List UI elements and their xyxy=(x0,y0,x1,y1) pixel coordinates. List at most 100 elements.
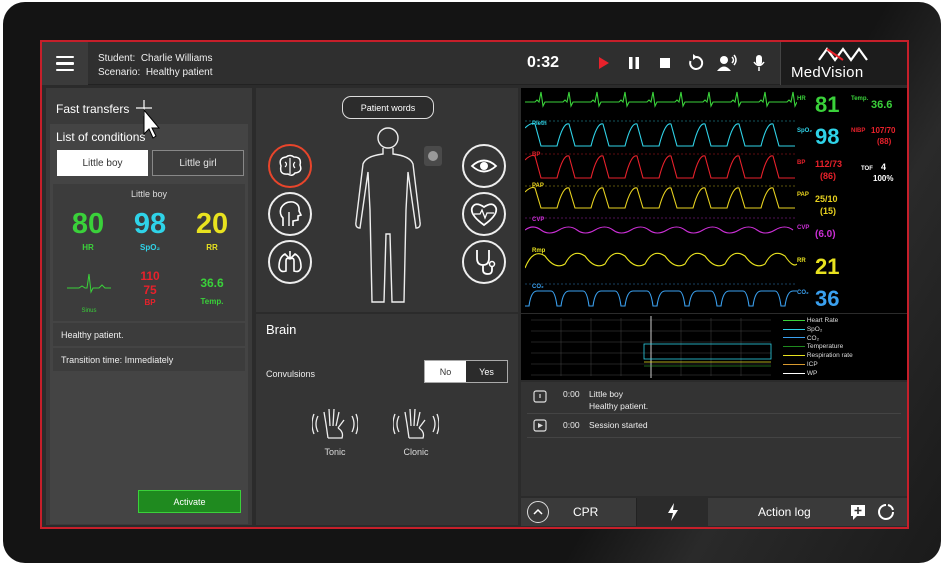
resp-waveform xyxy=(525,252,797,269)
record-icon[interactable] xyxy=(424,146,442,166)
head-airway-icon xyxy=(279,201,303,226)
spo2-monitor-label: SpO₂ xyxy=(797,128,812,134)
nibp-mean: (88) xyxy=(877,137,892,146)
tof-percent: 100% xyxy=(873,174,894,183)
log-entry[interactable]: 0:00 Little boy Healthy patient. xyxy=(527,388,901,414)
temp-monitor-label: Temp. xyxy=(851,96,869,102)
legend-label: SpO₂ xyxy=(806,325,823,333)
bp-wave-label: BP xyxy=(532,152,541,158)
pleth-wave-label: Pleth xyxy=(532,121,547,127)
defibrillate-button[interactable] xyxy=(636,498,708,526)
legend-swatch xyxy=(783,337,805,339)
co2-wave-label: CO₂ xyxy=(532,284,544,290)
play-box-icon xyxy=(533,419,547,432)
mouse-cursor-icon xyxy=(136,100,161,139)
ecg-icon xyxy=(67,273,111,294)
tof-label: TOF xyxy=(861,166,873,172)
bp-label: BP xyxy=(144,298,156,307)
stethoscope-button[interactable] xyxy=(462,240,506,284)
app-screen: Student: Charlie Williams Scenario: Heal… xyxy=(40,40,909,529)
clonic-hand-icon[interactable] xyxy=(393,406,439,442)
brain-icon xyxy=(279,154,302,177)
pause-icon xyxy=(629,57,639,69)
cvp-waveform xyxy=(525,226,794,234)
rr-value: 20 xyxy=(195,208,229,240)
convulsions-no[interactable]: No xyxy=(425,361,466,382)
cvp-wave-label: CVP xyxy=(532,217,545,223)
scenario-name: Healthy patient xyxy=(145,67,213,78)
hamburger-icon-line xyxy=(56,68,74,72)
microphone-button[interactable] xyxy=(748,52,770,74)
log-title: Little boy xyxy=(589,389,624,399)
legend-label: Respiration rate xyxy=(806,352,853,360)
brain-button[interactable] xyxy=(268,144,312,188)
conditions-list: List of conditions Little boy Little gir… xyxy=(50,124,248,524)
legend-label: WP xyxy=(806,369,818,377)
tab-little-boy[interactable]: Little boy xyxy=(57,150,148,176)
legend-swatch xyxy=(783,354,805,356)
co2-monitor-value: 36 xyxy=(815,286,840,311)
legend-label: CO₂ xyxy=(806,334,820,342)
medvision-logo: MedVision xyxy=(780,42,907,85)
trend-legend: Heart Rate SpO₂ CO₂ Temperature Respirat… xyxy=(783,317,853,379)
pause-button[interactable] xyxy=(623,52,645,74)
event-log: 0:00 Little boy Healthy patient. 0:00 Se… xyxy=(521,382,907,496)
session-timer: 0:32 xyxy=(527,54,560,71)
spo2-value: 98 xyxy=(133,208,167,240)
legend-label: Temperature xyxy=(806,343,844,351)
convulsions-label: Convulsions xyxy=(266,369,316,379)
tonic-hand-icon[interactable] xyxy=(312,406,358,442)
bp-waveform xyxy=(525,154,795,179)
rr-monitor-value: 21 xyxy=(815,254,840,279)
hamburger-icon-line xyxy=(56,62,74,65)
condition-card[interactable]: Little boy 80 HR 98 SpO₂ 20 RR Sinus 110… xyxy=(53,184,245,321)
human-body-icon xyxy=(355,127,421,303)
spo2-label: SpO₂ xyxy=(140,243,160,252)
legend-heart-rate: Heart Rate xyxy=(783,317,853,326)
legend-respiration: Respiration rate xyxy=(783,352,853,361)
restart-button[interactable] xyxy=(685,52,707,74)
legend-temperature: Temperature xyxy=(783,343,853,352)
hr-label: HR xyxy=(82,243,94,252)
spo2-monitor-value: 98 xyxy=(815,124,840,149)
activate-button[interactable]: Activate xyxy=(138,490,241,513)
play-button[interactable] xyxy=(592,52,614,74)
pap-wave-label: PAP xyxy=(532,183,544,189)
lungs-button[interactable] xyxy=(268,240,312,284)
bp-monitor-mean: (86) xyxy=(820,171,837,181)
tof-value: 4 xyxy=(881,162,887,172)
pap-monitor-mean: (15) xyxy=(820,206,837,216)
nibp-value: 107/70 xyxy=(871,126,896,135)
legend-wp: WP xyxy=(783,370,853,379)
session-info: Student: Charlie Williams Scenario: Heal… xyxy=(98,52,213,80)
patient-voice-button[interactable] xyxy=(716,52,738,74)
eyes-button[interactable] xyxy=(462,144,506,188)
speech-bubble-icon xyxy=(533,390,547,403)
log-detail: Healthy patient. xyxy=(589,401,649,411)
conditions-title: List of conditions xyxy=(56,130,146,144)
convulsions-toggle[interactable]: No Yes xyxy=(424,360,508,383)
stop-button[interactable] xyxy=(654,52,676,74)
heart-button[interactable] xyxy=(462,192,506,236)
cvp-monitor-value: (6.0) xyxy=(815,229,836,240)
expand-button[interactable] xyxy=(527,501,549,523)
menu-button[interactable] xyxy=(42,42,88,85)
convulsions-yes[interactable]: Yes xyxy=(466,361,507,382)
action-log-button[interactable]: Action log xyxy=(758,505,811,519)
sync-icon[interactable] xyxy=(877,503,895,521)
rmp-wave-label: Rmp xyxy=(532,248,546,254)
lungs-icon xyxy=(278,251,302,273)
legend-swatch xyxy=(783,363,805,365)
patient-words-button[interactable]: Patient words xyxy=(342,96,434,119)
tab-little-girl[interactable]: Little girl xyxy=(152,150,244,176)
fast-transfers-title: Fast transfers xyxy=(56,102,130,116)
add-note-icon[interactable] xyxy=(849,503,867,521)
cpr-button[interactable]: CPR xyxy=(573,505,598,519)
speaking-person-icon xyxy=(717,54,737,71)
logo-mark-icon xyxy=(818,47,868,62)
airway-button[interactable] xyxy=(268,192,312,236)
bottom-toolbar: CPR Action log xyxy=(521,498,907,526)
log-entry[interactable]: 0:00 Session started xyxy=(527,418,901,438)
bp-monitor-value: 112/73 xyxy=(815,159,843,169)
hr-monitor-label: HR xyxy=(797,96,806,102)
